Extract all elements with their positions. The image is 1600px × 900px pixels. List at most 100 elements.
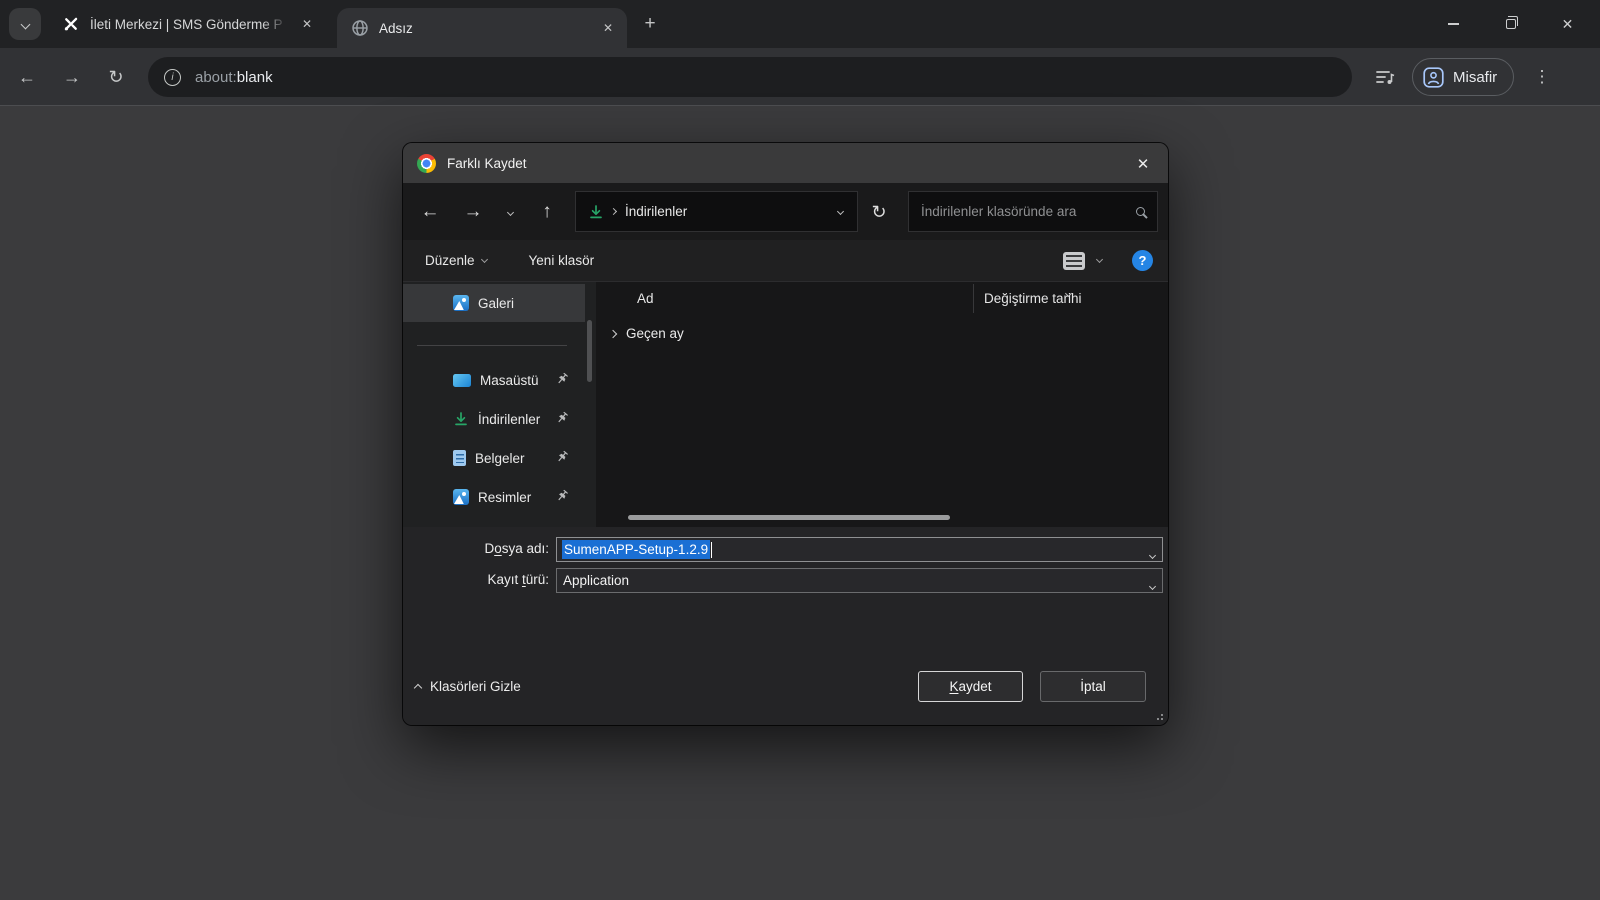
address-dropdown-chevron-icon[interactable] xyxy=(837,208,844,215)
new-tab-button[interactable]: + xyxy=(638,12,662,36)
back-button[interactable]: ← xyxy=(13,63,41,91)
sidebar-divider xyxy=(417,345,567,346)
navigation-pane: Galeri Masaüstü xyxy=(403,282,596,527)
media-controls-button[interactable] xyxy=(1370,63,1400,91)
window-minimize-button[interactable] xyxy=(1425,0,1482,48)
filename-dropdown-icon[interactable] xyxy=(1150,546,1155,561)
forward-icon: → xyxy=(63,67,81,88)
sidebar-item-label: Galeri xyxy=(478,296,514,311)
tab-search-button[interactable] xyxy=(9,8,41,40)
search-icon[interactable] xyxy=(1136,207,1145,216)
sidebar-item-resimler[interactable]: Resimler xyxy=(403,478,585,516)
sidebar-item-belgeler[interactable]: Belgeler xyxy=(403,439,585,477)
window-close-button[interactable]: ✕ xyxy=(1539,0,1596,48)
view-mode-dropdown[interactable] xyxy=(1097,260,1102,262)
pin-icon xyxy=(556,489,569,502)
tab-close-button[interactable]: ✕ xyxy=(298,15,316,33)
profile-avatar-icon xyxy=(1423,67,1444,88)
forward-button[interactable]: → xyxy=(58,63,86,91)
downloads-icon xyxy=(453,411,469,427)
filetype-value: Application xyxy=(563,573,629,588)
desktop-icon xyxy=(453,373,471,387)
organize-button[interactable]: Düzenle xyxy=(425,253,487,268)
minimize-icon xyxy=(1448,23,1459,25)
refresh-icon: ↻ xyxy=(871,202,886,223)
organize-dropdown-icon xyxy=(480,255,487,262)
close-icon: ✕ xyxy=(1137,155,1150,173)
filetype-dropdown-icon[interactable] xyxy=(1150,577,1155,592)
tab-adsiz-active[interactable]: Adsız ✕ xyxy=(337,8,627,48)
view-mode-button[interactable] xyxy=(1063,252,1085,270)
view-dropdown-icon xyxy=(1096,255,1103,262)
dialog-footer: Dosya adı: SumenAPP-Setup-1.2.9 Kayıt tü… xyxy=(403,527,1168,725)
dialog-title: Farklı Kaydet xyxy=(447,156,527,171)
filename-input[interactable]: SumenAPP-Setup-1.2.9 xyxy=(556,537,1163,562)
documents-icon xyxy=(453,450,466,466)
tab-close-button[interactable]: ✕ xyxy=(599,19,617,37)
column-header-name[interactable]: Ad xyxy=(637,291,654,306)
group-row-last-month[interactable]: Geçen ay xyxy=(610,326,684,341)
column-separator[interactable] xyxy=(973,284,974,313)
browser-tab-bar: İleti Merkezi | SMS Gönderme P ✕ Adsız ✕… xyxy=(0,0,1600,48)
chrome-logo-icon xyxy=(417,154,436,173)
tab-title: Adsız xyxy=(379,21,589,36)
profile-button[interactable]: Misafir xyxy=(1412,58,1514,96)
save-button[interactable]: Kaydet xyxy=(918,671,1023,702)
view-details-icon xyxy=(1063,252,1085,270)
reload-button[interactable]: ↻ xyxy=(102,63,130,91)
recent-locations-button[interactable] xyxy=(495,197,525,227)
resize-grip[interactable] xyxy=(1154,711,1164,721)
dialog-up-button[interactable]: ↑ xyxy=(532,197,562,227)
breadcrumb-chevron-icon xyxy=(610,208,617,215)
sidebar-item-label: İndirilenler xyxy=(478,412,540,427)
window-controls: ✕ xyxy=(1425,0,1596,48)
menu-kebab-icon: ⋮ xyxy=(1534,67,1551,87)
sidebar-item-label: Resimler xyxy=(478,490,531,505)
text-caret xyxy=(711,542,712,558)
help-button[interactable]: ? xyxy=(1132,250,1153,271)
breadcrumb-location[interactable]: İndirilenler xyxy=(625,204,687,219)
forward-icon: → xyxy=(464,201,483,223)
dialog-search-input[interactable] xyxy=(921,204,1136,219)
profile-label: Misafir xyxy=(1453,69,1497,86)
restore-icon xyxy=(1506,19,1516,29)
dialog-title-bar[interactable]: Farklı Kaydet xyxy=(403,143,1168,183)
tab-title: İleti Merkezi | SMS Gönderme P xyxy=(90,17,288,32)
save-as-dialog: Farklı Kaydet ✕ ← → ↑ İndirilenler ↻ Düz… xyxy=(403,143,1168,725)
dialog-command-bar: Düzenle Yeni klasör ? xyxy=(403,240,1168,282)
address-bar[interactable]: i about:blank xyxy=(148,57,1352,97)
new-folder-label: Yeni klasör xyxy=(529,253,595,268)
browser-menu-button[interactable]: ⋮ xyxy=(1530,63,1554,91)
filename-label: Dosya adı: xyxy=(403,537,549,561)
filetype-select[interactable]: Application xyxy=(556,568,1163,593)
dialog-close-button[interactable]: ✕ xyxy=(1130,152,1156,176)
column-header-date-modified[interactable]: Değiştirme tarihi xyxy=(984,291,1082,306)
dialog-refresh-button[interactable]: ↻ xyxy=(864,197,894,227)
globe-favicon xyxy=(351,19,369,37)
file-list-pane: Ad Değiştirme tarihi Geçen ay xyxy=(596,282,1168,527)
url-text: about:blank xyxy=(195,69,273,86)
page-info-icon[interactable]: i xyxy=(164,69,181,86)
dialog-search-box xyxy=(908,191,1158,232)
tab-sms-gonderme[interactable]: İleti Merkezi | SMS Gönderme P ✕ xyxy=(48,0,326,48)
horizontal-scrollbar[interactable] xyxy=(628,515,950,520)
pin-icon xyxy=(556,411,569,424)
media-controls-icon xyxy=(1374,67,1396,87)
pin-icon xyxy=(556,450,569,463)
sidebar-scrollbar[interactable] xyxy=(587,320,592,382)
new-folder-button[interactable]: Yeni klasör xyxy=(529,253,595,268)
gallery-icon xyxy=(453,295,469,311)
filename-selected-text: SumenAPP-Setup-1.2.9 xyxy=(562,540,710,559)
sidebar-item-label: Belgeler xyxy=(475,451,525,466)
window-restore-button[interactable] xyxy=(1482,0,1539,48)
sidebar-item-indirilenler[interactable]: İndirilenler xyxy=(403,400,585,438)
cancel-button[interactable]: İptal xyxy=(1040,671,1146,702)
sidebar-item-masaustu[interactable]: Masaüstü xyxy=(403,361,585,399)
dialog-back-button[interactable]: ← xyxy=(415,197,445,227)
sidebar-item-label: Masaüstü xyxy=(480,373,539,388)
address-breadcrumb-bar[interactable]: İndirilenler xyxy=(575,191,858,232)
group-expander-icon[interactable] xyxy=(609,329,617,337)
dialog-forward-button[interactable]: → xyxy=(458,197,488,227)
sidebar-item-galeri[interactable]: Galeri xyxy=(403,284,585,322)
hide-folders-button[interactable]: Klasörleri Gizle xyxy=(415,679,521,694)
